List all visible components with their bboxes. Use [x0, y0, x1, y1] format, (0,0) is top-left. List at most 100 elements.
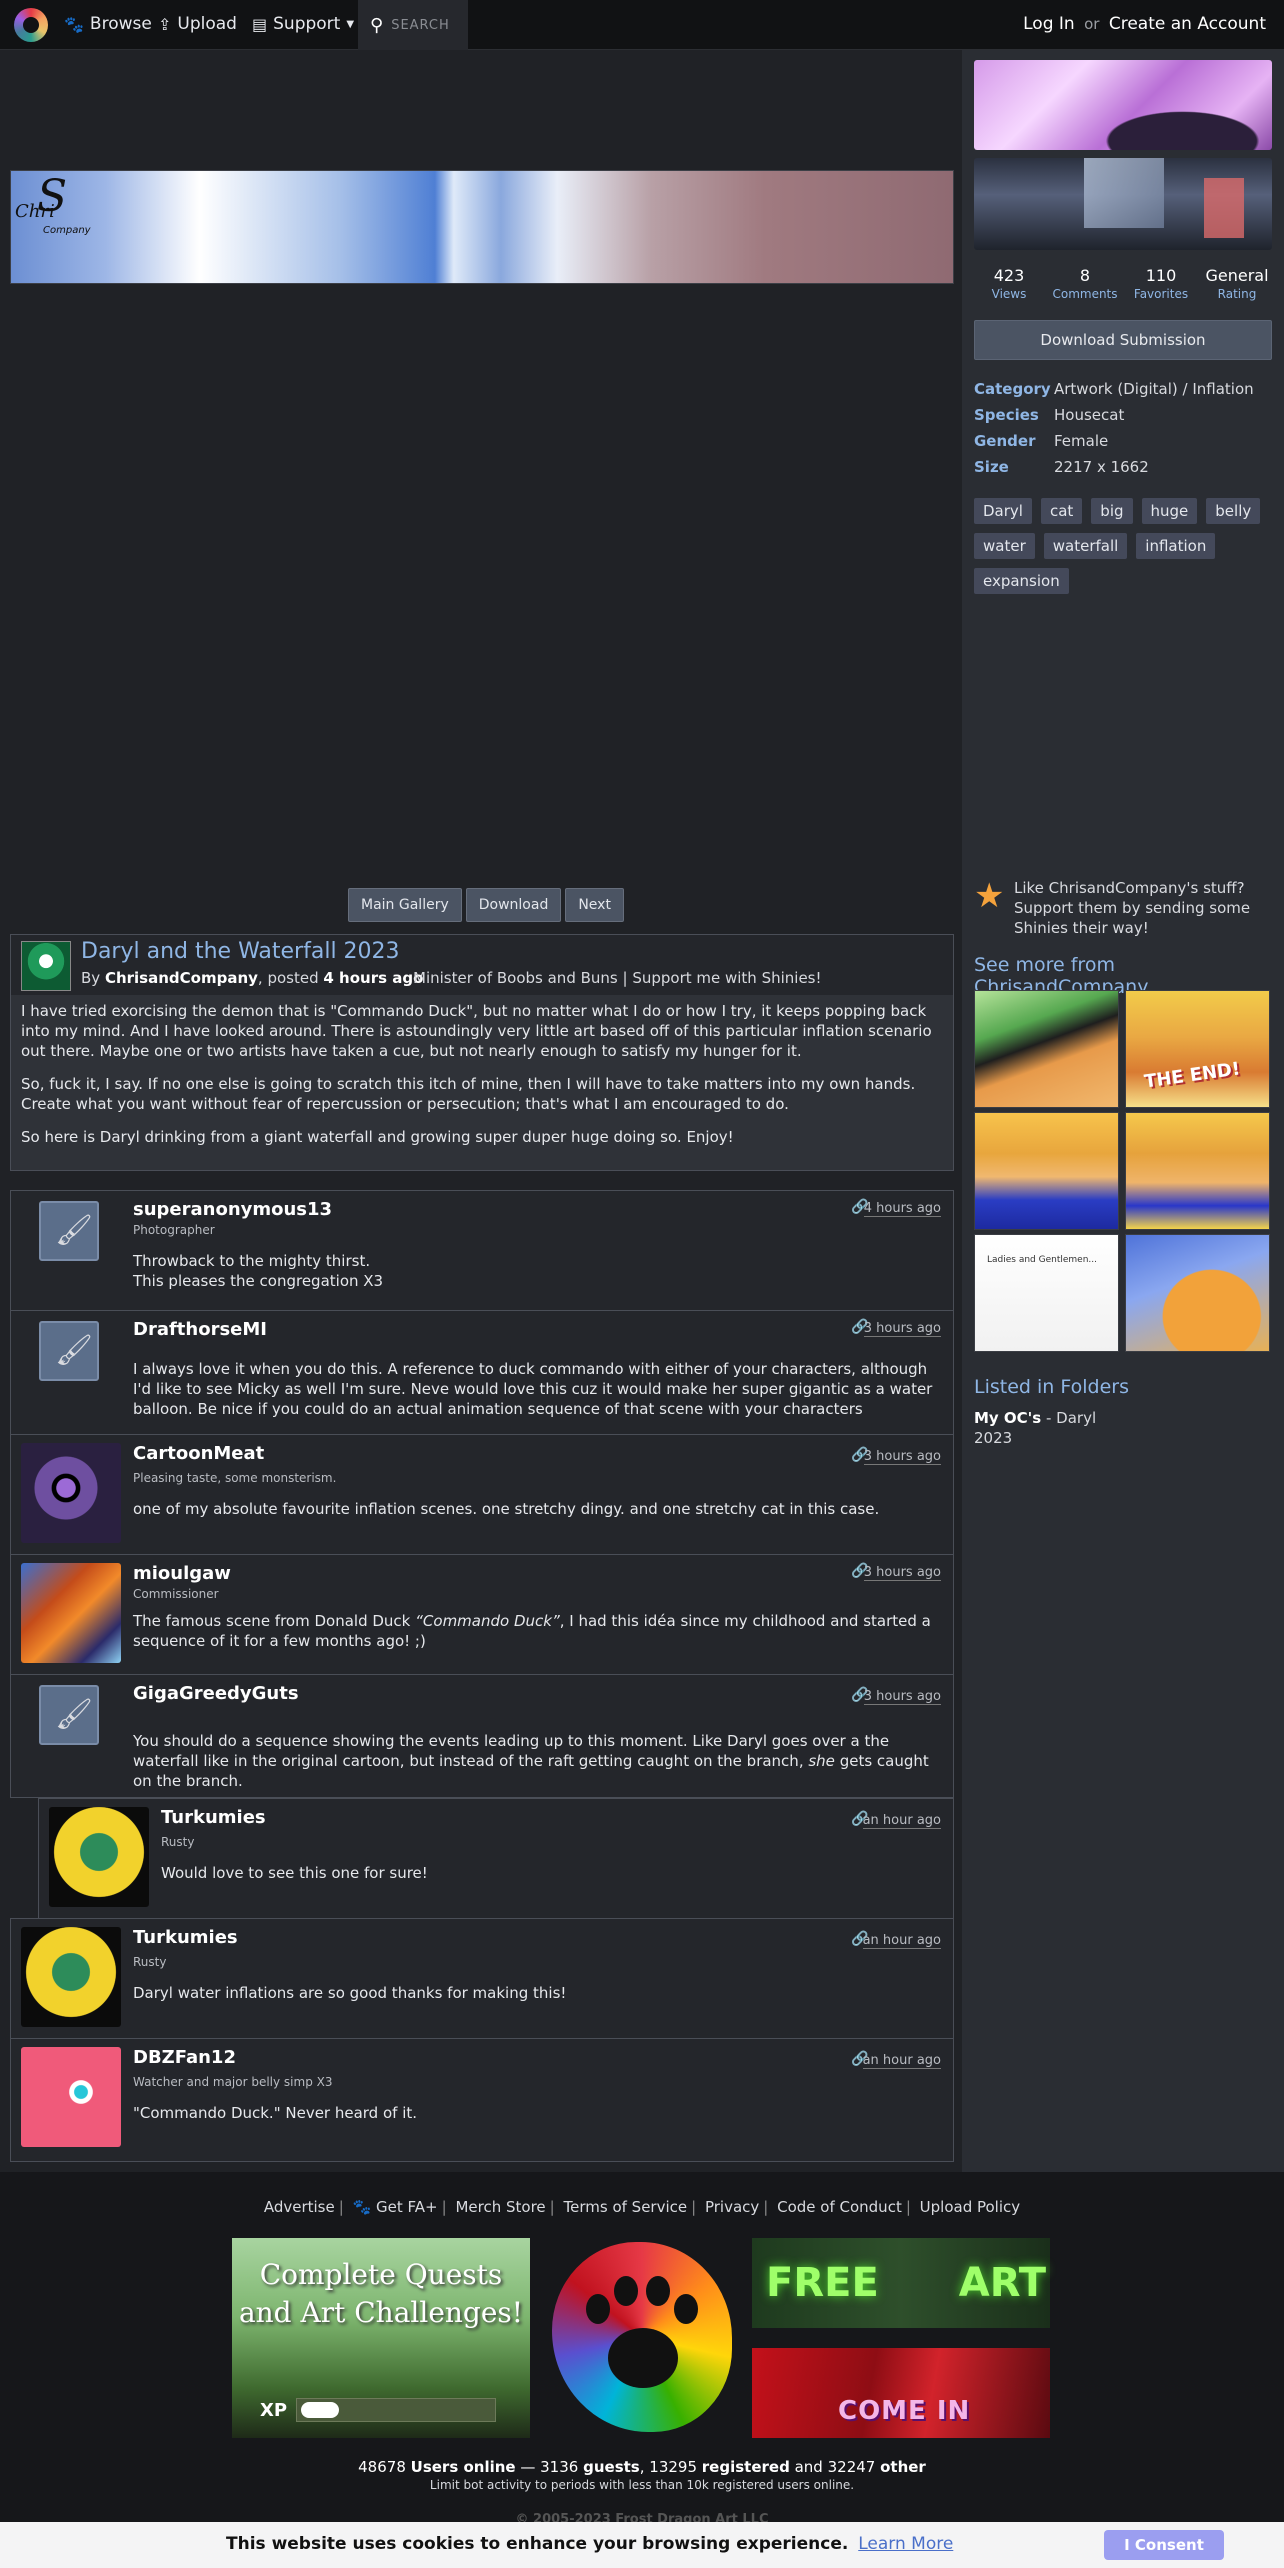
site-logo-icon[interactable] [14, 8, 48, 42]
footer-link-upload-policy[interactable]: Upload Policy [920, 2198, 1020, 2216]
comment-username[interactable]: Turkumies [161, 1807, 266, 1828]
description-paragraph: So here is Daryl drinking from a giant w… [21, 1128, 734, 1146]
search-icon[interactable]: ⚲ [370, 15, 383, 36]
gallery-thumbnail[interactable] [1125, 1234, 1270, 1352]
come-in-ad[interactable]: COME IN [752, 2348, 1050, 2438]
tag[interactable]: huge [1141, 498, 1198, 524]
nav-browse[interactable]: 🐾 Browse [64, 14, 152, 34]
paw-toe [586, 2294, 610, 2324]
nav-upload[interactable]: ⇪ Upload [158, 14, 237, 34]
comment-time[interactable]: 3 hours ago [863, 1565, 941, 1581]
avatar[interactable] [39, 1321, 99, 1381]
avatar[interactable] [39, 1685, 99, 1745]
tag[interactable]: water [974, 533, 1035, 559]
preview-thumbnail[interactable] [974, 158, 1272, 250]
comment-time[interactable]: 4 hours ago [863, 1201, 941, 1217]
footer-link-advertise[interactable]: Advertise [264, 2198, 335, 2216]
comment-time[interactable]: 3 hours ago [863, 1689, 941, 1705]
search-box: ⚲ [358, 0, 468, 50]
quests-ad[interactable]: Complete Quests and Art Challenges! XP [232, 2238, 530, 2438]
comment-username[interactable]: CartoonMeat [133, 1443, 264, 1464]
gallery-thumbnail[interactable] [974, 1112, 1119, 1230]
paw-icon [608, 2328, 678, 2388]
comment-time[interactable]: an hour ago [862, 1933, 941, 1949]
comment-time[interactable]: an hour ago [862, 2053, 941, 2069]
learn-more-link[interactable]: Learn More [858, 2534, 953, 2554]
guests-count: 3136 [540, 2458, 579, 2476]
sidebar: 423 Views 8 Comments 110 Favorites Gener… [962, 50, 1284, 2172]
download-submission-button[interactable]: Download Submission [974, 320, 1272, 360]
footer-link-terms[interactable]: Terms of Service [564, 2198, 688, 2216]
comment-line: This pleases the congregation X3 [133, 1272, 384, 1290]
description-paragraph: I have tried exorcising the demon that i… [21, 1002, 932, 1060]
download-button[interactable]: Download [465, 888, 562, 922]
gallery-thumbnail[interactable] [1125, 1112, 1270, 1230]
caret-down-icon: ▼ [346, 18, 355, 30]
gallery-thumbnail[interactable] [1125, 990, 1270, 1108]
shinies-support[interactable]: ★ Like ChrisandCompany's stuff? Support … [974, 878, 1272, 938]
tag[interactable]: cat [1040, 498, 1083, 524]
submission-header: Daryl and the Waterfall 2023 By Chrisand… [11, 935, 953, 995]
main-gallery-button[interactable]: Main Gallery [348, 888, 462, 922]
avatar[interactable] [49, 1807, 149, 1907]
tag[interactable]: Daryl [974, 498, 1032, 524]
comment-username[interactable]: mioulgaw [133, 1563, 231, 1584]
comment-username[interactable]: DBZFan12 [133, 2047, 236, 2068]
author-tagline: Minister of Boobs and Buns | Support me … [413, 969, 822, 987]
online-total: 48678 [358, 2458, 406, 2476]
comment-user-title: Watcher and major belly simp X3 [133, 2075, 333, 2089]
consent-button[interactable]: I Consent [1104, 2530, 1224, 2560]
online-label: Users online [410, 2458, 516, 2476]
nav-support-label: Support [273, 14, 341, 34]
author-link[interactable]: ChrisandCompany [105, 969, 258, 987]
upload-icon: ⇪ [158, 14, 172, 34]
submission-image[interactable]: S Chri Company [10, 170, 954, 284]
create-account-link[interactable]: Create an Account [1109, 14, 1266, 34]
tag[interactable]: expansion [974, 568, 1069, 594]
info-value[interactable]: Housecat [1054, 406, 1124, 424]
info-value[interactable]: Artwork (Digital) / Inflation [1054, 380, 1254, 398]
stat-label: Favorites [1133, 287, 1189, 301]
tag[interactable]: big [1091, 498, 1133, 524]
author-avatar[interactable] [21, 941, 71, 991]
comment: DrafthorseMI 🔗 3 hours ago I always love… [10, 1310, 954, 1436]
fa-paw-logo[interactable] [548, 2238, 736, 2438]
tag[interactable]: belly [1206, 498, 1261, 524]
comment-time[interactable]: an hour ago [862, 1813, 941, 1829]
paw-icon: 🐾 [352, 2198, 372, 2216]
footer-link-fa-plus[interactable]: Get FA+ [376, 2198, 438, 2216]
avatar[interactable] [21, 2047, 121, 2147]
comment-username[interactable]: DrafthorseMI [133, 1319, 267, 1340]
footer-link-privacy[interactable]: Privacy [705, 2198, 759, 2216]
comment-time[interactable]: 3 hours ago [863, 1449, 941, 1465]
next-button[interactable]: Next [565, 888, 624, 922]
gallery-thumbnail[interactable] [974, 1234, 1119, 1352]
avatar[interactable] [39, 1201, 99, 1261]
comment-text-a: You should do a sequence showing the eve… [133, 1732, 890, 1770]
comment-time[interactable]: 3 hours ago [863, 1321, 941, 1337]
info-key: Category [974, 380, 1051, 398]
info-value[interactable]: Female [1054, 432, 1108, 450]
info-key: Species [974, 406, 1039, 424]
nav-support[interactable]: ▤ Support ▼ [252, 14, 354, 34]
avatar[interactable] [21, 1927, 121, 2027]
stat-value: 110 [1145, 266, 1177, 285]
login-link[interactable]: Log In [1023, 14, 1075, 34]
registered-label: registered [701, 2458, 790, 2476]
avatar[interactable] [21, 1443, 121, 1543]
info-category: Category Artwork (Digital) / Inflation [974, 380, 1272, 398]
folder-link[interactable]: My OC's - Daryl 2023 [974, 1408, 1114, 1448]
preview-thumbnail[interactable] [974, 60, 1272, 150]
free-art-ad[interactable]: FREE ART [752, 2238, 1050, 2328]
comment-username[interactable]: Turkumies [133, 1927, 238, 1948]
tag[interactable]: waterfall [1043, 533, 1128, 559]
search-input[interactable] [391, 17, 462, 33]
footer-link-conduct[interactable]: Code of Conduct [777, 2198, 902, 2216]
comment-username[interactable]: GigaGreedyGuts [133, 1683, 299, 1704]
gallery-thumbnail[interactable] [974, 990, 1119, 1108]
xp-label: XP [260, 2400, 288, 2421]
tag[interactable]: inflation [1136, 533, 1216, 559]
avatar[interactable] [21, 1563, 121, 1663]
comment-username[interactable]: superanonymous13 [133, 1199, 332, 1220]
footer-link-merch[interactable]: Merch Store [455, 2198, 545, 2216]
